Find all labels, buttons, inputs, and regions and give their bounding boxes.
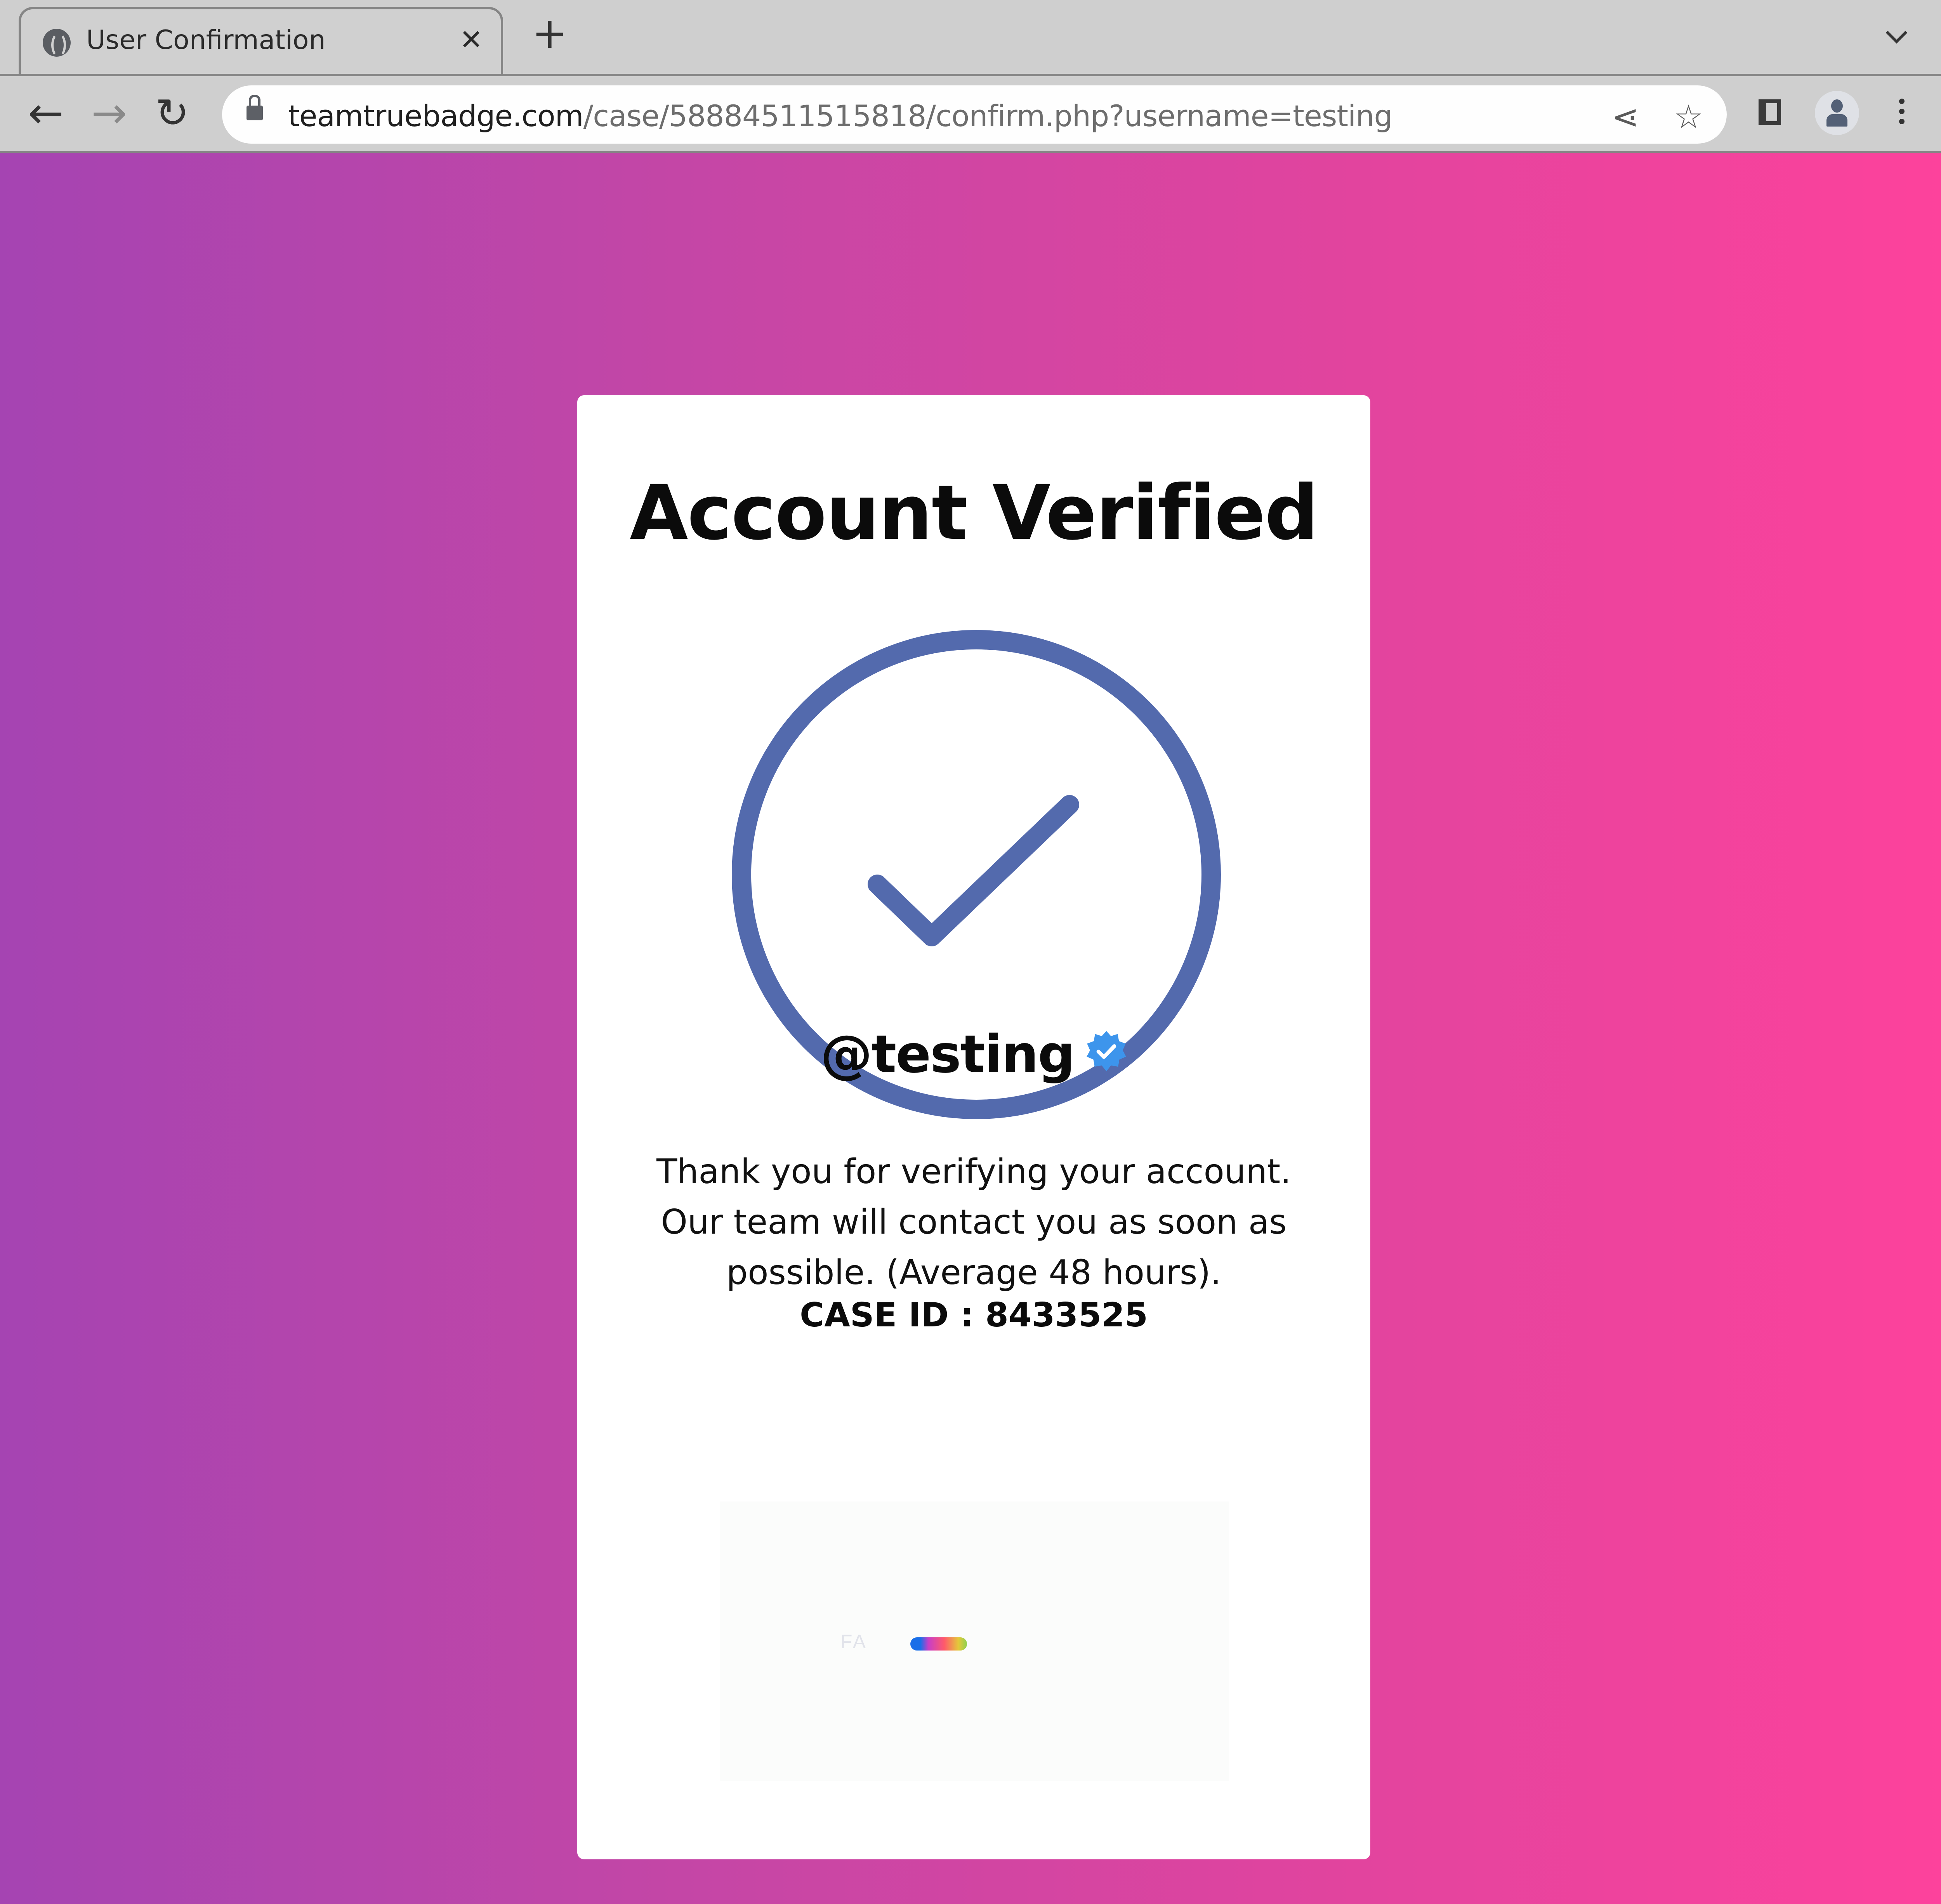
back-button[interactable]: ← bbox=[28, 92, 64, 134]
share-icon[interactable]: ⋖ bbox=[1612, 98, 1639, 136]
new-tab-button[interactable]: + bbox=[532, 12, 568, 54]
bookmark-star-icon[interactable]: ☆ bbox=[1674, 98, 1703, 136]
browser-toolbar: ← → ↻ teamtruebadge.com/case/58884511515… bbox=[0, 74, 1941, 153]
embedded-widget-frame[interactable]: FA bbox=[720, 1501, 1229, 1781]
person-icon bbox=[1831, 99, 1843, 113]
chevron-down-icon[interactable] bbox=[1885, 22, 1908, 44]
confirmation-card: Account Verified @testing Thank you for … bbox=[577, 395, 1370, 1859]
confirmation-message: Thank you for verifying your account. Ou… bbox=[656, 1152, 1291, 1292]
close-tab-icon[interactable]: ✕ bbox=[460, 23, 483, 56]
checkmark bbox=[868, 795, 1079, 946]
kebab-menu-icon[interactable] bbox=[1899, 99, 1905, 129]
case-id: CASE ID : 8433525 bbox=[800, 1296, 1148, 1335]
widget-label: FA bbox=[840, 1631, 868, 1652]
url-text[interactable]: teamtruebadge.com/case/58884511515818/co… bbox=[288, 99, 1393, 133]
page-title: Account Verified bbox=[630, 469, 1319, 557]
globe-icon bbox=[43, 29, 71, 57]
username: @testing bbox=[820, 1024, 1075, 1085]
reload-button[interactable]: ↻ bbox=[155, 92, 189, 134]
url-path: /case/58884511515818/confirm.php?usernam… bbox=[583, 99, 1393, 133]
person-icon-body bbox=[1826, 114, 1847, 127]
tab-title: User Confirmation bbox=[86, 25, 326, 56]
loading-indicator-icon bbox=[910, 1637, 967, 1651]
lock-icon[interactable] bbox=[247, 95, 263, 120]
forward-button[interactable]: → bbox=[91, 92, 127, 134]
address-bar[interactable]: teamtruebadge.com/case/58884511515818/co… bbox=[222, 85, 1727, 144]
url-host: teamtruebadge.com bbox=[288, 99, 584, 133]
browser-tab-strip: User Confirmation ✕ + bbox=[0, 0, 1941, 74]
page-background: Account Verified @testing Thank you for … bbox=[0, 153, 1941, 1904]
side-panel-icon[interactable] bbox=[1759, 99, 1781, 125]
verified-badge-icon bbox=[1086, 1031, 1126, 1071]
browser-tab[interactable]: User Confirmation ✕ bbox=[19, 7, 503, 74]
username-row: @testing bbox=[577, 1024, 1370, 1085]
profile-avatar-button[interactable] bbox=[1815, 91, 1859, 135]
